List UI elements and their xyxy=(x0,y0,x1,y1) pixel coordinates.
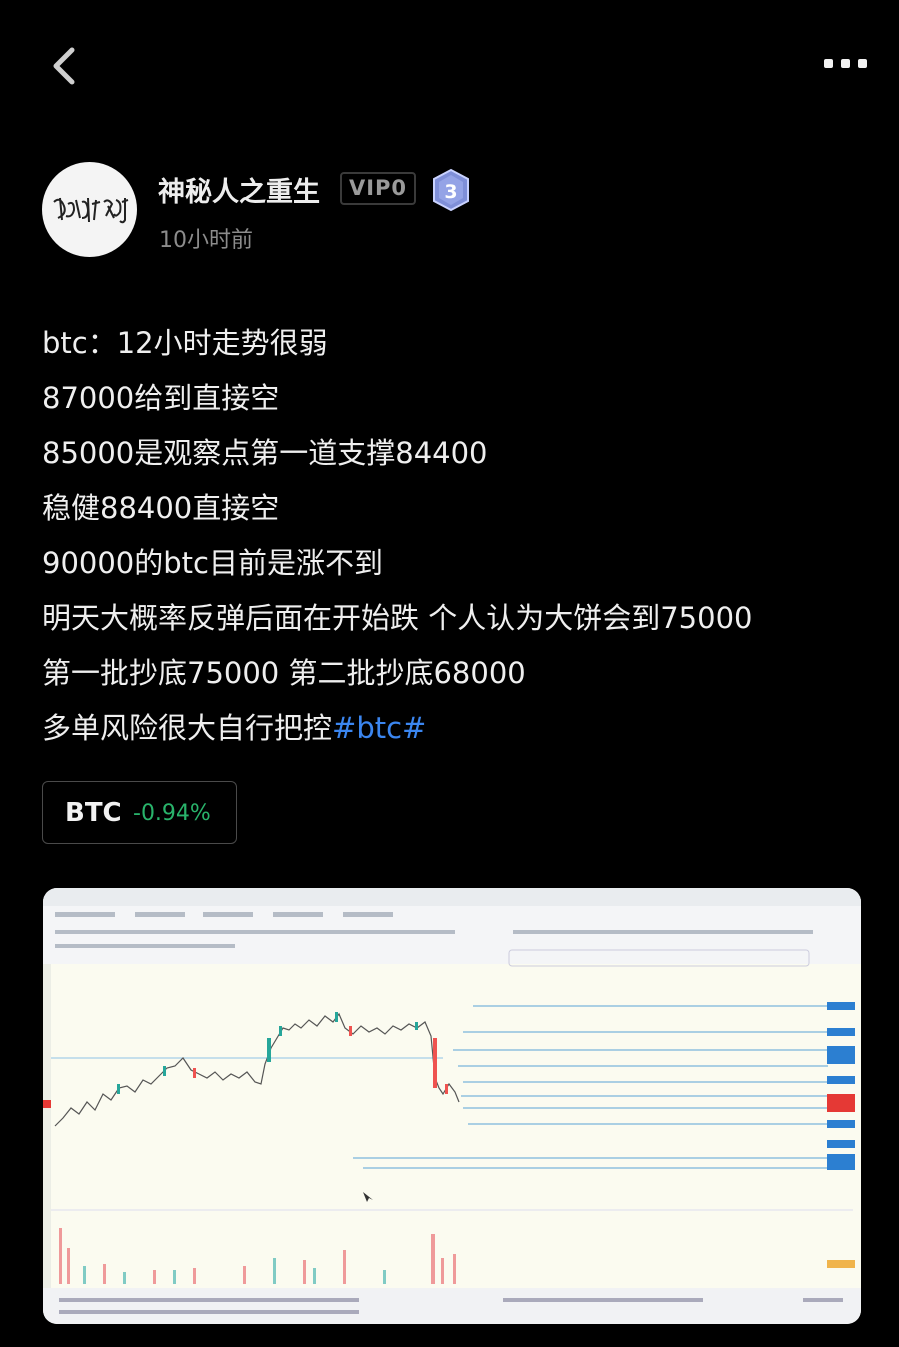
avatar[interactable] xyxy=(42,162,137,257)
coin-symbol: BTC xyxy=(65,798,122,828)
post-line-last: 多单风险很大自行把控#btc# xyxy=(42,701,872,756)
author-name[interactable]: 神秘人之重生 xyxy=(158,170,320,209)
trading-chart-screenshot xyxy=(43,888,861,1324)
post-time: 10小时前 xyxy=(159,228,253,253)
post-line-text: 多单风险很大自行把控 xyxy=(42,711,333,745)
vip-badge: VIP0 xyxy=(340,172,416,205)
coin-ticker-card[interactable]: BTC -0.94% xyxy=(42,781,237,844)
chart-screenshot-image[interactable] xyxy=(43,888,861,1324)
post-line: 85000是观察点第一道支撑84400 xyxy=(42,436,488,470)
top-bar xyxy=(0,0,899,130)
post-line: 87000给到直接空 xyxy=(42,381,280,415)
post-line: 明天大概率反弹后面在开始跌 个人认为大饼会到75000 xyxy=(42,601,753,635)
hashtag-link[interactable]: #btc# xyxy=(332,711,426,745)
avatar-handwriting-image xyxy=(53,197,129,224)
level-number: 3 xyxy=(444,181,457,203)
more-dots-icon[interactable] xyxy=(820,52,872,74)
level-badge-icon: 3 xyxy=(433,168,469,212)
post-line: 90000的btc目前是涨不到 xyxy=(42,546,383,580)
post-line: btc：12小时走势很弱 xyxy=(42,326,328,360)
post-body: btc：12小时走势很弱 87000给到直接空 85000是观察点第一道支撑84… xyxy=(42,316,872,756)
post-line: 第一批抄底75000 第二批抄底68000 xyxy=(42,656,526,690)
coin-change: -0.94% xyxy=(133,801,211,826)
chevron-left-icon[interactable] xyxy=(46,42,86,90)
post-line: 稳健88400直接空 xyxy=(42,491,280,525)
